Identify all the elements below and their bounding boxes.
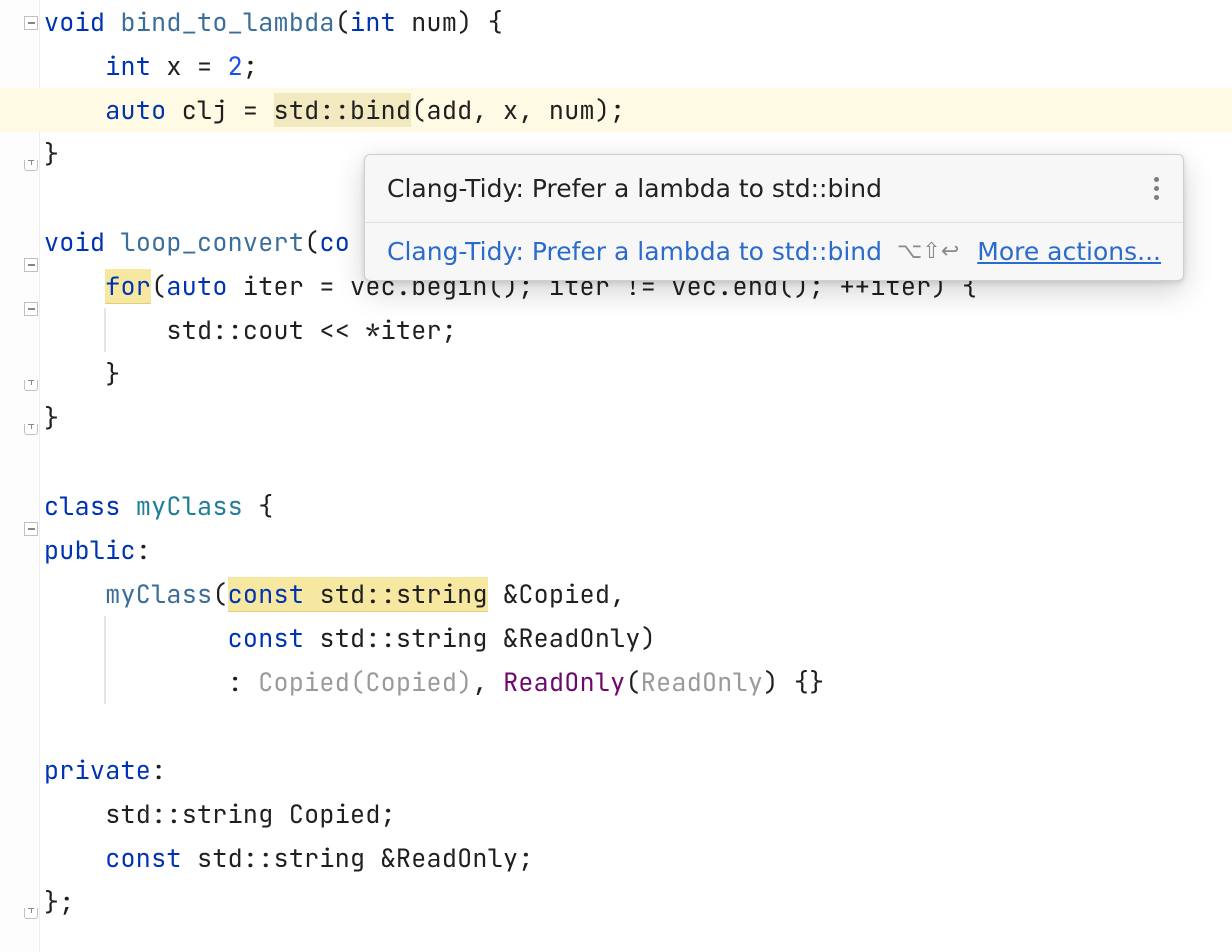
code-line[interactable]: : Copied(Copied), ReadOnly(ReadOnly) {} (44, 660, 1232, 704)
code-line[interactable]: public: (44, 528, 1232, 572)
code-line[interactable]: }; (44, 880, 1232, 924)
code-line[interactable]: class myClass { (44, 484, 1232, 528)
more-actions-link[interactable]: More actions... (977, 237, 1161, 266)
code-line[interactable] (44, 704, 1232, 748)
inspection-title-row: Clang-Tidy: Prefer a lambda to std::bind (365, 155, 1183, 222)
code-line[interactable] (44, 440, 1232, 484)
code-line-highlighted[interactable]: auto clj = std::bind(add, x, num); (0, 88, 1232, 132)
code-line[interactable]: } (44, 352, 1232, 396)
code-area[interactable]: void bind_to_lambda(int num) { int x = 2… (44, 0, 1232, 924)
code-line[interactable]: const std::string &ReadOnly) (44, 616, 1232, 660)
code-line[interactable]: void bind_to_lambda(int num) { (44, 0, 1232, 44)
code-line[interactable]: private: (44, 748, 1232, 792)
inspection-title: Clang-Tidy: Prefer a lambda to std::bind (387, 174, 882, 203)
fold-marker[interactable] (24, 160, 38, 171)
code-line[interactable]: myClass(const std::string &Copied, (44, 572, 1232, 616)
fold-marker[interactable] (24, 380, 38, 391)
shortcut-hint: ⌥⇧↩ (897, 239, 959, 264)
inspection-action-row[interactable]: Clang-Tidy: Prefer a lambda to std::bind… (365, 222, 1183, 280)
code-line[interactable]: std::cout << *iter; (44, 308, 1232, 352)
more-options-icon[interactable] (1152, 173, 1161, 204)
fold-marker[interactable] (24, 258, 38, 272)
editor-gutter (0, 0, 40, 952)
inspection-quickfix-link[interactable]: Clang-Tidy: Prefer a lambda to std::bind (387, 237, 882, 266)
code-line[interactable]: int x = 2; (44, 44, 1232, 88)
fold-marker[interactable] (24, 908, 38, 919)
fold-marker[interactable] (24, 424, 38, 435)
code-line[interactable]: std::string Copied; (44, 792, 1232, 836)
code-line[interactable]: const std::string &ReadOnly; (44, 836, 1232, 880)
code-line[interactable]: } (44, 396, 1232, 440)
code-editor[interactable]: void bind_to_lambda(int num) { int x = 2… (0, 0, 1232, 952)
fold-marker[interactable] (24, 522, 38, 536)
fold-marker[interactable] (24, 16, 38, 30)
fold-marker[interactable] (24, 302, 38, 316)
inspection-popup: Clang-Tidy: Prefer a lambda to std::bind… (364, 154, 1184, 281)
